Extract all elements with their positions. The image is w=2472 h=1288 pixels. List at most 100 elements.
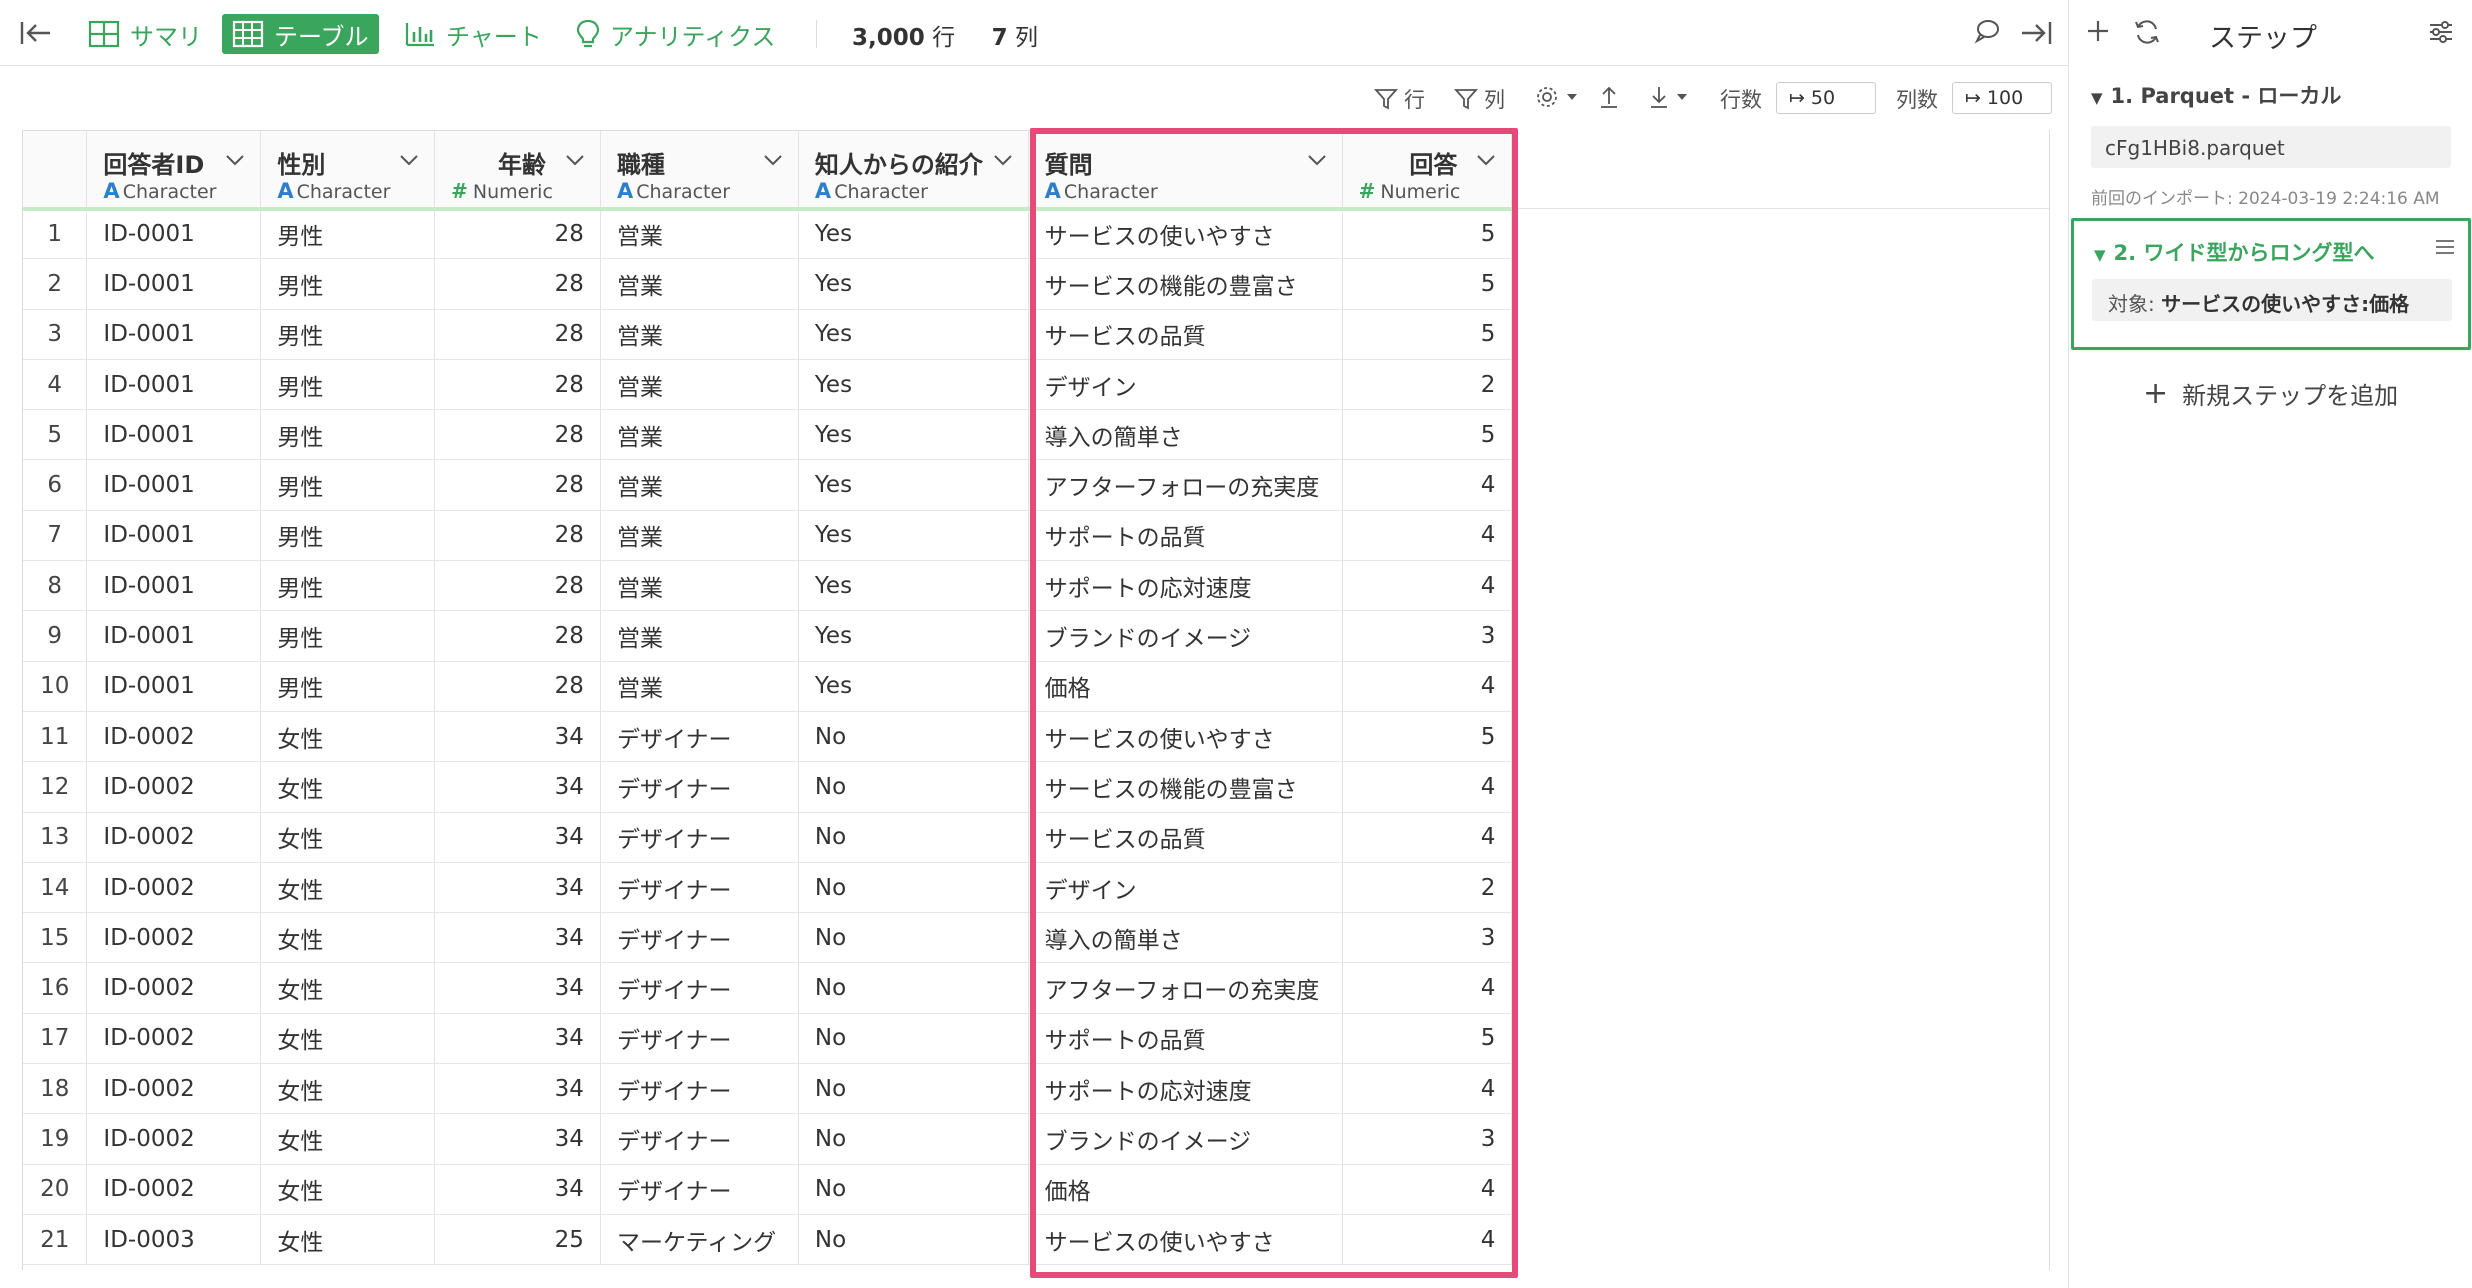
table-cell[interactable]: ID-0001: [86, 661, 262, 712]
table-cell[interactable]: デザイン: [1028, 862, 1343, 914]
table-cell[interactable]: 男性: [260, 258, 436, 310]
filter-rows-button[interactable]: 行: [1374, 84, 1425, 114]
table-row[interactable]: 10 ID-0001 男性 28 営業 Yes 価格 4: [23, 661, 2049, 712]
table-cell[interactable]: 女性: [260, 962, 436, 1014]
table-cell[interactable]: ID-0001: [86, 610, 262, 662]
table-cell[interactable]: サポートの応対速度: [1028, 560, 1343, 612]
table-cell[interactable]: 4: [1342, 459, 1513, 511]
table-cell[interactable]: 男性: [260, 610, 436, 662]
table-cell[interactable]: 営業: [600, 409, 799, 461]
table-cell[interactable]: 28: [434, 208, 601, 260]
table-cell[interactable]: 28: [434, 610, 601, 662]
table-cell[interactable]: 営業: [600, 560, 799, 612]
table-cell[interactable]: 女性: [260, 711, 436, 763]
table-cell[interactable]: サポートの品質: [1028, 510, 1343, 562]
table-cell[interactable]: デザイナー: [600, 1164, 799, 1215]
table-cell[interactable]: Yes: [798, 309, 1029, 360]
table-cell[interactable]: 女性: [260, 912, 436, 964]
table-cell[interactable]: No: [798, 862, 1029, 914]
table-row[interactable]: 16 ID-0002 女性 34 デザイナー No アフターフォローの充実度 4: [23, 962, 2049, 1014]
table-cell[interactable]: サービスの使いやすさ: [1028, 1214, 1343, 1266]
column-count-input[interactable]: ↦ 100: [1952, 82, 2052, 114]
table-cell[interactable]: 34: [434, 761, 601, 813]
table-cell[interactable]: 5: [1342, 258, 1513, 310]
table-cell[interactable]: 女性: [260, 862, 436, 914]
table-cell[interactable]: サービスの品質: [1028, 812, 1343, 863]
table-cell[interactable]: サポートの品質: [1028, 1013, 1343, 1065]
table-cell[interactable]: 営業: [600, 610, 799, 662]
table-cell[interactable]: 4: [1342, 560, 1513, 612]
table-cell[interactable]: ID-0002: [86, 912, 262, 964]
table-cell[interactable]: デザイナー: [600, 862, 799, 914]
table-row[interactable]: 2 ID-0001 男性 28 営業 Yes サービスの機能の豊富さ 5: [23, 258, 2049, 310]
row-count-input[interactable]: ↦ 50: [1776, 82, 1876, 114]
table-cell[interactable]: 28: [434, 409, 601, 461]
table-cell[interactable]: 4: [1342, 661, 1513, 712]
table-cell[interactable]: No: [798, 1013, 1029, 1065]
table-cell[interactable]: 28: [434, 560, 601, 612]
table-cell[interactable]: ID-0002: [86, 1063, 262, 1115]
table-cell[interactable]: アフターフォローの充実度: [1028, 459, 1343, 511]
table-row[interactable]: 6 ID-0001 男性 28 営業 Yes アフターフォローの充実度 4: [23, 459, 2049, 511]
table-cell[interactable]: 女性: [260, 812, 436, 863]
table-cell[interactable]: 5: [1342, 208, 1513, 260]
table-cell[interactable]: 28: [434, 359, 601, 411]
chevron-down-icon[interactable]: [1306, 149, 1328, 171]
table-cell[interactable]: ID-0002: [86, 761, 262, 813]
table-cell[interactable]: ID-0002: [86, 711, 262, 763]
table-cell[interactable]: 4: [1342, 812, 1513, 863]
chevron-down-icon[interactable]: [398, 149, 420, 171]
table-cell[interactable]: デザイン: [1028, 359, 1343, 411]
comment-icon[interactable]: [1974, 18, 2000, 48]
table-cell[interactable]: 3: [1342, 610, 1513, 662]
table-cell[interactable]: 女性: [260, 761, 436, 813]
table-cell[interactable]: 営業: [600, 359, 799, 411]
table-cell[interactable]: 3: [1342, 1113, 1513, 1165]
table-cell[interactable]: 5: [1342, 309, 1513, 360]
table-cell[interactable]: ID-0001: [86, 309, 262, 360]
table-cell[interactable]: 営業: [600, 309, 799, 360]
table-cell[interactable]: デザイナー: [600, 1113, 799, 1165]
table-cell[interactable]: ID-0001: [86, 359, 262, 411]
table-cell[interactable]: デザイナー: [600, 812, 799, 863]
table-cell[interactable]: 3: [1342, 912, 1513, 964]
table-row[interactable]: 21 ID-0003 女性 25 マーケティング No サービスの使いやすさ 4: [23, 1214, 2049, 1266]
table-cell[interactable]: Yes: [798, 459, 1029, 511]
table-cell[interactable]: Yes: [798, 409, 1029, 461]
table-cell[interactable]: 34: [434, 962, 601, 1014]
column-header[interactable]: 職種 A Character: [600, 130, 799, 211]
table-cell[interactable]: 男性: [260, 359, 436, 411]
table-cell[interactable]: 女性: [260, 1164, 436, 1215]
table-cell[interactable]: No: [798, 1164, 1029, 1215]
chevron-down-icon[interactable]: [1475, 149, 1497, 171]
table-cell[interactable]: 4: [1342, 1164, 1513, 1215]
table-row[interactable]: 20 ID-0002 女性 34 デザイナー No 価格 4: [23, 1164, 2049, 1215]
column-header[interactable]: 回答 # Numeric: [1342, 130, 1513, 211]
table-cell[interactable]: 2: [1342, 862, 1513, 914]
expand-right-icon[interactable]: [2020, 18, 2054, 52]
table-cell[interactable]: ID-0001: [86, 560, 262, 612]
table-cell[interactable]: サポートの応対速度: [1028, 1063, 1343, 1115]
table-cell[interactable]: 4: [1342, 1214, 1513, 1266]
table-cell[interactable]: 女性: [260, 1013, 436, 1065]
table-cell[interactable]: アフターフォローの充実度: [1028, 962, 1343, 1014]
export-button[interactable]: [1598, 84, 1626, 110]
table-cell[interactable]: サービスの使いやすさ: [1028, 208, 1343, 260]
table-cell[interactable]: デザイナー: [600, 962, 799, 1014]
tab-summary[interactable]: サマリ: [78, 14, 212, 54]
table-row[interactable]: 7 ID-0001 男性 28 営業 Yes サポートの品質 4: [23, 510, 2049, 562]
table-row[interactable]: 15 ID-0002 女性 34 デザイナー No 導入の簡単さ 3: [23, 912, 2049, 964]
step-2-card[interactable]: ▼ 2. ワイド型からロング型へ 対象: サービスの使いやすさ:価格: [2071, 218, 2471, 350]
table-cell[interactable]: No: [798, 812, 1029, 863]
table-cell[interactable]: Yes: [798, 208, 1029, 260]
collapse-left-icon[interactable]: [18, 18, 54, 48]
step-1-file[interactable]: cFg1HBi8.parquet: [2091, 126, 2451, 168]
table-cell[interactable]: Yes: [798, 661, 1029, 712]
table-cell[interactable]: ID-0002: [86, 962, 262, 1014]
table-row[interactable]: 17 ID-0002 女性 34 デザイナー No サポートの品質 5: [23, 1013, 2049, 1065]
table-row[interactable]: 13 ID-0002 女性 34 デザイナー No サービスの品質 4: [23, 812, 2049, 863]
table-cell[interactable]: 28: [434, 510, 601, 562]
table-cell[interactable]: 34: [434, 1113, 601, 1165]
table-cell[interactable]: 5: [1342, 711, 1513, 763]
chevron-down-icon[interactable]: [992, 149, 1014, 171]
